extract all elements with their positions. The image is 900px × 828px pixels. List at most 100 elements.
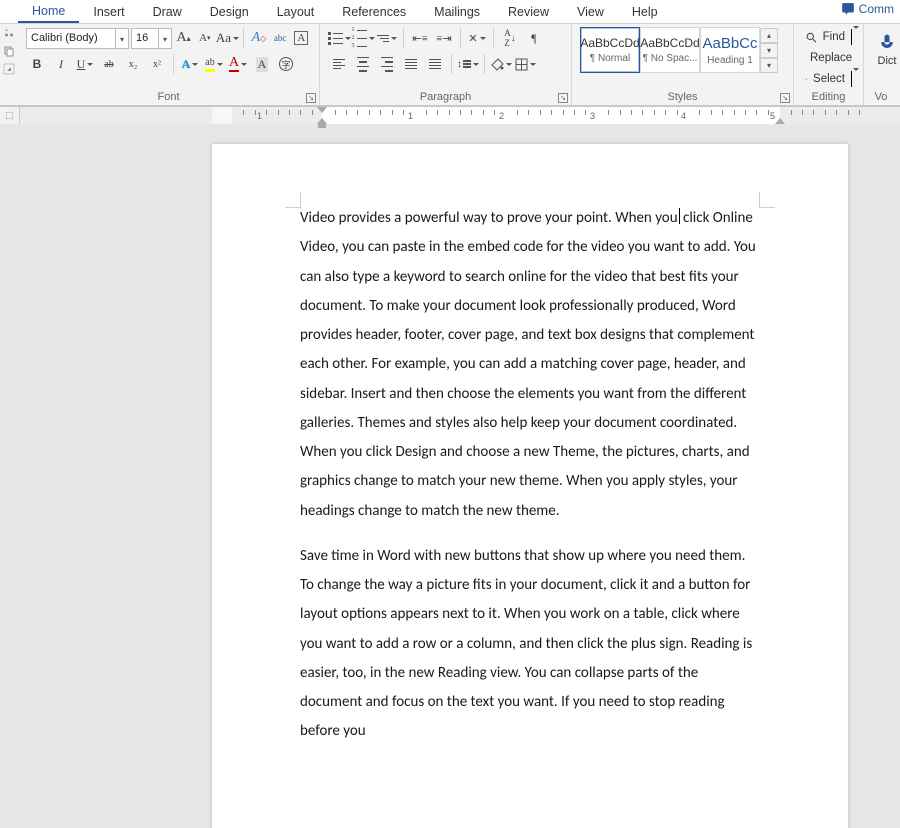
tab-view[interactable]: View	[563, 2, 618, 22]
cursor-icon	[805, 73, 808, 86]
numbering-icon: 123	[352, 27, 367, 49]
document-body[interactable]: Video provides a powerful way to prove y…	[300, 204, 760, 747]
ruler-launcher[interactable]	[0, 106, 20, 124]
chevron-down-icon[interactable]: ▾	[760, 43, 778, 58]
decrease-indent-button[interactable]: ⇤≡	[409, 27, 431, 49]
numbering-button[interactable]: 123	[352, 27, 374, 49]
bullets-button[interactable]	[328, 27, 350, 49]
strikethrough-button[interactable]: ab	[98, 53, 120, 75]
increase-indent-button[interactable]: ≡⇥	[433, 27, 455, 49]
tab-design[interactable]: Design	[196, 2, 263, 22]
select-button[interactable]: Select	[802, 69, 855, 89]
paragraph[interactable]: Save time in Word with new buttons that …	[300, 542, 760, 747]
borders-icon	[515, 58, 528, 71]
comments-label: Comm	[859, 2, 894, 16]
styles-scroll[interactable]: ▴ ▾ ▾	[760, 28, 778, 73]
multilevel-list-button[interactable]	[376, 27, 398, 49]
grow-font-button[interactable]: A▴	[174, 27, 193, 49]
chevron-down-icon[interactable]: ▾	[115, 29, 128, 48]
first-line-indent[interactable]	[317, 107, 327, 113]
paint-bucket-icon	[490, 57, 504, 71]
group-label-voice: Vo	[875, 91, 888, 103]
cut-icon[interactable]	[3, 27, 15, 39]
style-label: ¶ No Spac...	[643, 53, 698, 64]
ribbon-tabs: Home Insert Draw Design Layout Reference…	[0, 0, 900, 24]
style-no-spacing[interactable]: AaBbCcDd ¶ No Spac...	[640, 27, 700, 73]
multilevel-icon	[377, 35, 389, 42]
align-center-button[interactable]	[352, 53, 374, 75]
underline-button[interactable]: U	[74, 53, 96, 75]
group-label-styles: Styles	[668, 91, 698, 103]
group-styles: AaBbCcDd ¶ Normal AaBbCcDd ¶ No Spac... …	[572, 24, 794, 105]
dictate-label: Dict	[878, 55, 897, 67]
justify-button[interactable]	[400, 53, 422, 75]
align-right-button[interactable]	[376, 53, 398, 75]
phonetic-guide-button[interactable]: abc	[271, 27, 290, 49]
group-font: Calibri (Body) ▾ 16 ▾ A▴ A▾ Aa A◇ abc A	[18, 24, 320, 105]
style-label: Heading 1	[707, 55, 753, 66]
italic-button[interactable]: I	[50, 53, 72, 75]
comment-icon	[841, 2, 855, 16]
style-normal[interactable]: AaBbCcDd ¶ Normal	[580, 27, 640, 73]
align-left-button[interactable]	[328, 53, 350, 75]
highlight-button[interactable]: ab	[203, 53, 225, 75]
styles-dialog-launcher[interactable]: ↘	[780, 93, 790, 103]
styles-more-icon[interactable]: ▾	[760, 58, 778, 73]
bold-button[interactable]: B	[26, 53, 48, 75]
font-name-combo[interactable]: Calibri (Body) ▾	[26, 28, 129, 49]
clear-formatting-button[interactable]: A◇	[249, 27, 268, 49]
group-paragraph: 123 ⇤≡ ≡⇥ ✕ AZ↓ ¶	[320, 24, 572, 105]
comments-button[interactable]: Comm	[841, 2, 894, 16]
margin-corner	[759, 192, 775, 208]
chevron-up-icon[interactable]: ▴	[760, 28, 778, 43]
style-heading-1[interactable]: AaBbCc Heading 1	[700, 27, 760, 73]
distributed-button[interactable]	[424, 53, 446, 75]
tab-references[interactable]: References	[328, 2, 420, 22]
sort-button[interactable]: AZ↓	[499, 27, 521, 49]
tab-draw[interactable]: Draw	[139, 2, 196, 22]
search-icon	[805, 31, 818, 44]
font-color-button[interactable]: A	[227, 53, 249, 75]
font-size-combo[interactable]: 16 ▾	[131, 28, 172, 49]
text-effects-button[interactable]: A	[179, 53, 201, 75]
margin-corner	[285, 192, 301, 208]
char-shading-button[interactable]: A	[251, 53, 273, 75]
subscript-button[interactable]: x₂	[122, 53, 144, 75]
character-border-button[interactable]: A	[292, 27, 311, 49]
chevron-down-icon[interactable]: ▾	[158, 29, 171, 48]
asian-layout-button[interactable]: ✕	[466, 27, 488, 49]
superscript-button[interactable]: x²	[146, 53, 168, 75]
shading-button[interactable]	[490, 53, 512, 75]
find-button[interactable]: Find	[802, 27, 855, 47]
tab-layout[interactable]: Layout	[263, 2, 329, 22]
font-dialog-launcher[interactable]: ↘	[306, 93, 316, 103]
tab-insert[interactable]: Insert	[79, 2, 138, 22]
font-size-value: 16	[132, 32, 158, 44]
page[interactable]: Video provides a powerful way to prove y…	[212, 144, 848, 828]
tab-help[interactable]: Help	[618, 2, 672, 22]
tab-home[interactable]: Home	[18, 1, 79, 23]
enclose-chars-button[interactable]: 字	[275, 53, 297, 75]
replace-button[interactable]: Replace	[802, 48, 855, 68]
font-name-value: Calibri (Body)	[27, 32, 115, 44]
group-label-paragraph: Paragraph	[420, 91, 471, 103]
microphone-icon[interactable]	[877, 31, 897, 55]
group-label-font: Font	[157, 91, 179, 103]
tab-mailings[interactable]: Mailings	[420, 2, 494, 22]
tab-review[interactable]: Review	[494, 2, 563, 22]
document-workspace[interactable]: Video provides a powerful way to prove y…	[0, 124, 900, 828]
group-label-editing: Editing	[812, 91, 846, 103]
change-case-button[interactable]: Aa	[216, 27, 238, 49]
launcher-icon[interactable]	[3, 63, 15, 75]
line-spacing-button[interactable]: ↕	[457, 53, 479, 75]
paragraph-dialog-launcher[interactable]: ↘	[558, 93, 568, 103]
ribbon: Calibri (Body) ▾ 16 ▾ A▴ A▾ Aa A◇ abc A	[0, 24, 900, 106]
copy-icon[interactable]	[3, 45, 15, 57]
borders-button[interactable]	[514, 53, 536, 75]
bullets-icon	[328, 32, 343, 45]
align-left-icon	[333, 57, 345, 71]
show-marks-button[interactable]: ¶	[523, 27, 545, 49]
group-editing: Find Replace Select Editing	[794, 24, 864, 105]
shrink-font-button[interactable]: A▾	[195, 27, 214, 49]
paragraph[interactable]: Video provides a powerful way to prove y…	[300, 204, 760, 526]
